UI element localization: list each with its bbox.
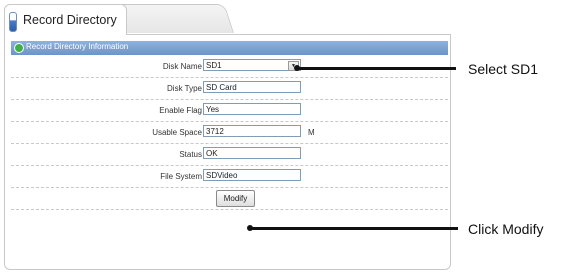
- disk-name-value: SD1: [206, 61, 222, 70]
- usable-space-field[interactable]: 3712: [203, 125, 301, 137]
- disk-type-field[interactable]: SD Card: [203, 81, 301, 93]
- modify-button[interactable]: Modify: [216, 190, 255, 207]
- row-file-system: File System SDVideo: [11, 165, 448, 188]
- row-disk-type: Disk Type SD Card: [11, 77, 448, 100]
- disk-type-label: Disk Type: [167, 84, 202, 93]
- enable-flag-label: Enable Flag: [159, 106, 202, 115]
- row-enable-flag: Enable Flag Yes: [11, 99, 448, 122]
- callout-modify-line: [249, 226, 458, 230]
- record-directory-panel: Record Directory Record Directory Inform…: [4, 4, 451, 270]
- status-field[interactable]: OK: [203, 147, 301, 159]
- info-icon: [14, 43, 24, 53]
- usable-space-label: Usable Space: [152, 128, 202, 137]
- status-label: Status: [179, 150, 202, 159]
- section-title: Record Directory Information: [26, 42, 129, 51]
- section-header: Record Directory Information: [11, 41, 448, 55]
- callout-modify-text: Click Modify: [468, 221, 544, 237]
- tab-record-directory[interactable]: Record Directory: [4, 4, 127, 35]
- file-system-label: File System: [160, 172, 202, 181]
- row-status: Status OK: [11, 143, 448, 166]
- callout-select-text: Select SD1: [468, 61, 539, 77]
- callout-select-line: [296, 66, 456, 70]
- row-usable-space: Usable Space 3712 M: [11, 121, 448, 144]
- record-directory-icon: [9, 12, 17, 32]
- file-system-field[interactable]: SDVideo: [203, 169, 301, 181]
- row-modify: Modify: [11, 187, 448, 210]
- tab-label: Record Directory: [23, 13, 117, 27]
- usable-space-unit: M: [308, 128, 315, 137]
- disk-name-label: Disk Name: [162, 62, 202, 71]
- enable-flag-field[interactable]: Yes: [203, 103, 301, 115]
- disk-name-select[interactable]: SD1 ▼: [203, 59, 301, 71]
- tab-inactive[interactable]: [112, 4, 234, 33]
